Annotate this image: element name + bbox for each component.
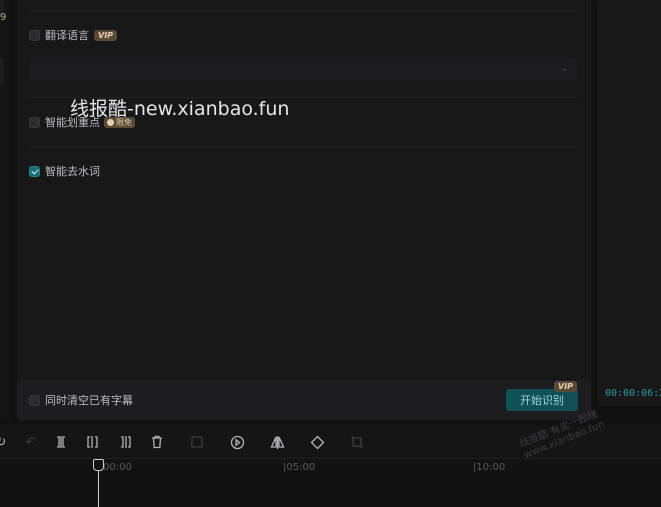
watermark-text: 线报酷-new.xianbao.fun	[70, 98, 290, 120]
clear-existing-label: 同时清空已有字幕	[45, 394, 133, 407]
language-select[interactable]: ⌄	[29, 58, 577, 82]
play-reverse-icon[interactable]	[228, 433, 246, 451]
tick-label: 00:00	[103, 462, 132, 473]
crop-icon[interactable]	[348, 433, 366, 451]
split-right-icon[interactable]	[116, 433, 134, 451]
vip-badge: VIP	[554, 381, 578, 392]
option-remove-filler-words[interactable]: 智能去水词	[29, 162, 100, 180]
divider	[29, 146, 578, 147]
undo-icon[interactable]: ↶	[22, 433, 40, 451]
vip-badge: VIP	[94, 29, 118, 41]
left-panel-tab[interactable]	[0, 58, 4, 84]
tick-label: |05:00	[283, 462, 316, 473]
chevron-down-icon: ⌄	[560, 63, 569, 74]
player-panel: 00:00:06:29	[597, 0, 661, 406]
delete-icon[interactable]	[148, 433, 166, 451]
mirror-icon[interactable]	[268, 433, 286, 451]
current-timecode: 00:00:06:29	[605, 388, 661, 399]
start-recognition-button[interactable]: 开始识别	[506, 389, 578, 411]
rotate-icon[interactable]	[308, 433, 326, 451]
option-clear-existing-subtitles[interactable]: 同时清空已有字幕	[29, 391, 133, 409]
smart-highlight-checkbox[interactable]	[29, 116, 40, 128]
tick-label: |10:00	[473, 462, 506, 473]
subtitle-recognition-panel: 翻译语言 VIP ⌄ 智能划重点 限免 智能去水词 同时清空已有字幕 开始识别 …	[17, 0, 591, 420]
translate-checkbox[interactable]	[29, 29, 40, 41]
divider	[29, 10, 578, 11]
split-icon[interactable]	[52, 433, 70, 451]
option-translate-language[interactable]: 翻译语言 VIP	[29, 26, 118, 44]
translate-label: 翻译语言	[45, 29, 89, 42]
playhead-handle[interactable]	[93, 459, 104, 471]
left-panel-partial-text: 9	[0, 12, 7, 23]
timeline-ruler[interactable]: 00:00 |05:00 |10:00	[0, 458, 661, 507]
freeze-frame-icon[interactable]	[188, 433, 206, 451]
remove-filler-label: 智能去水词	[45, 165, 100, 178]
redo-icon[interactable]: ↻	[0, 433, 10, 451]
remove-filler-checkbox[interactable]	[29, 165, 40, 177]
clear-existing-checkbox[interactable]	[29, 394, 40, 406]
panel-footer: 同时清空已有字幕 开始识别 VIP	[17, 380, 590, 420]
left-panel-edge: 9	[0, 0, 10, 420]
split-left-icon[interactable]	[84, 433, 102, 451]
